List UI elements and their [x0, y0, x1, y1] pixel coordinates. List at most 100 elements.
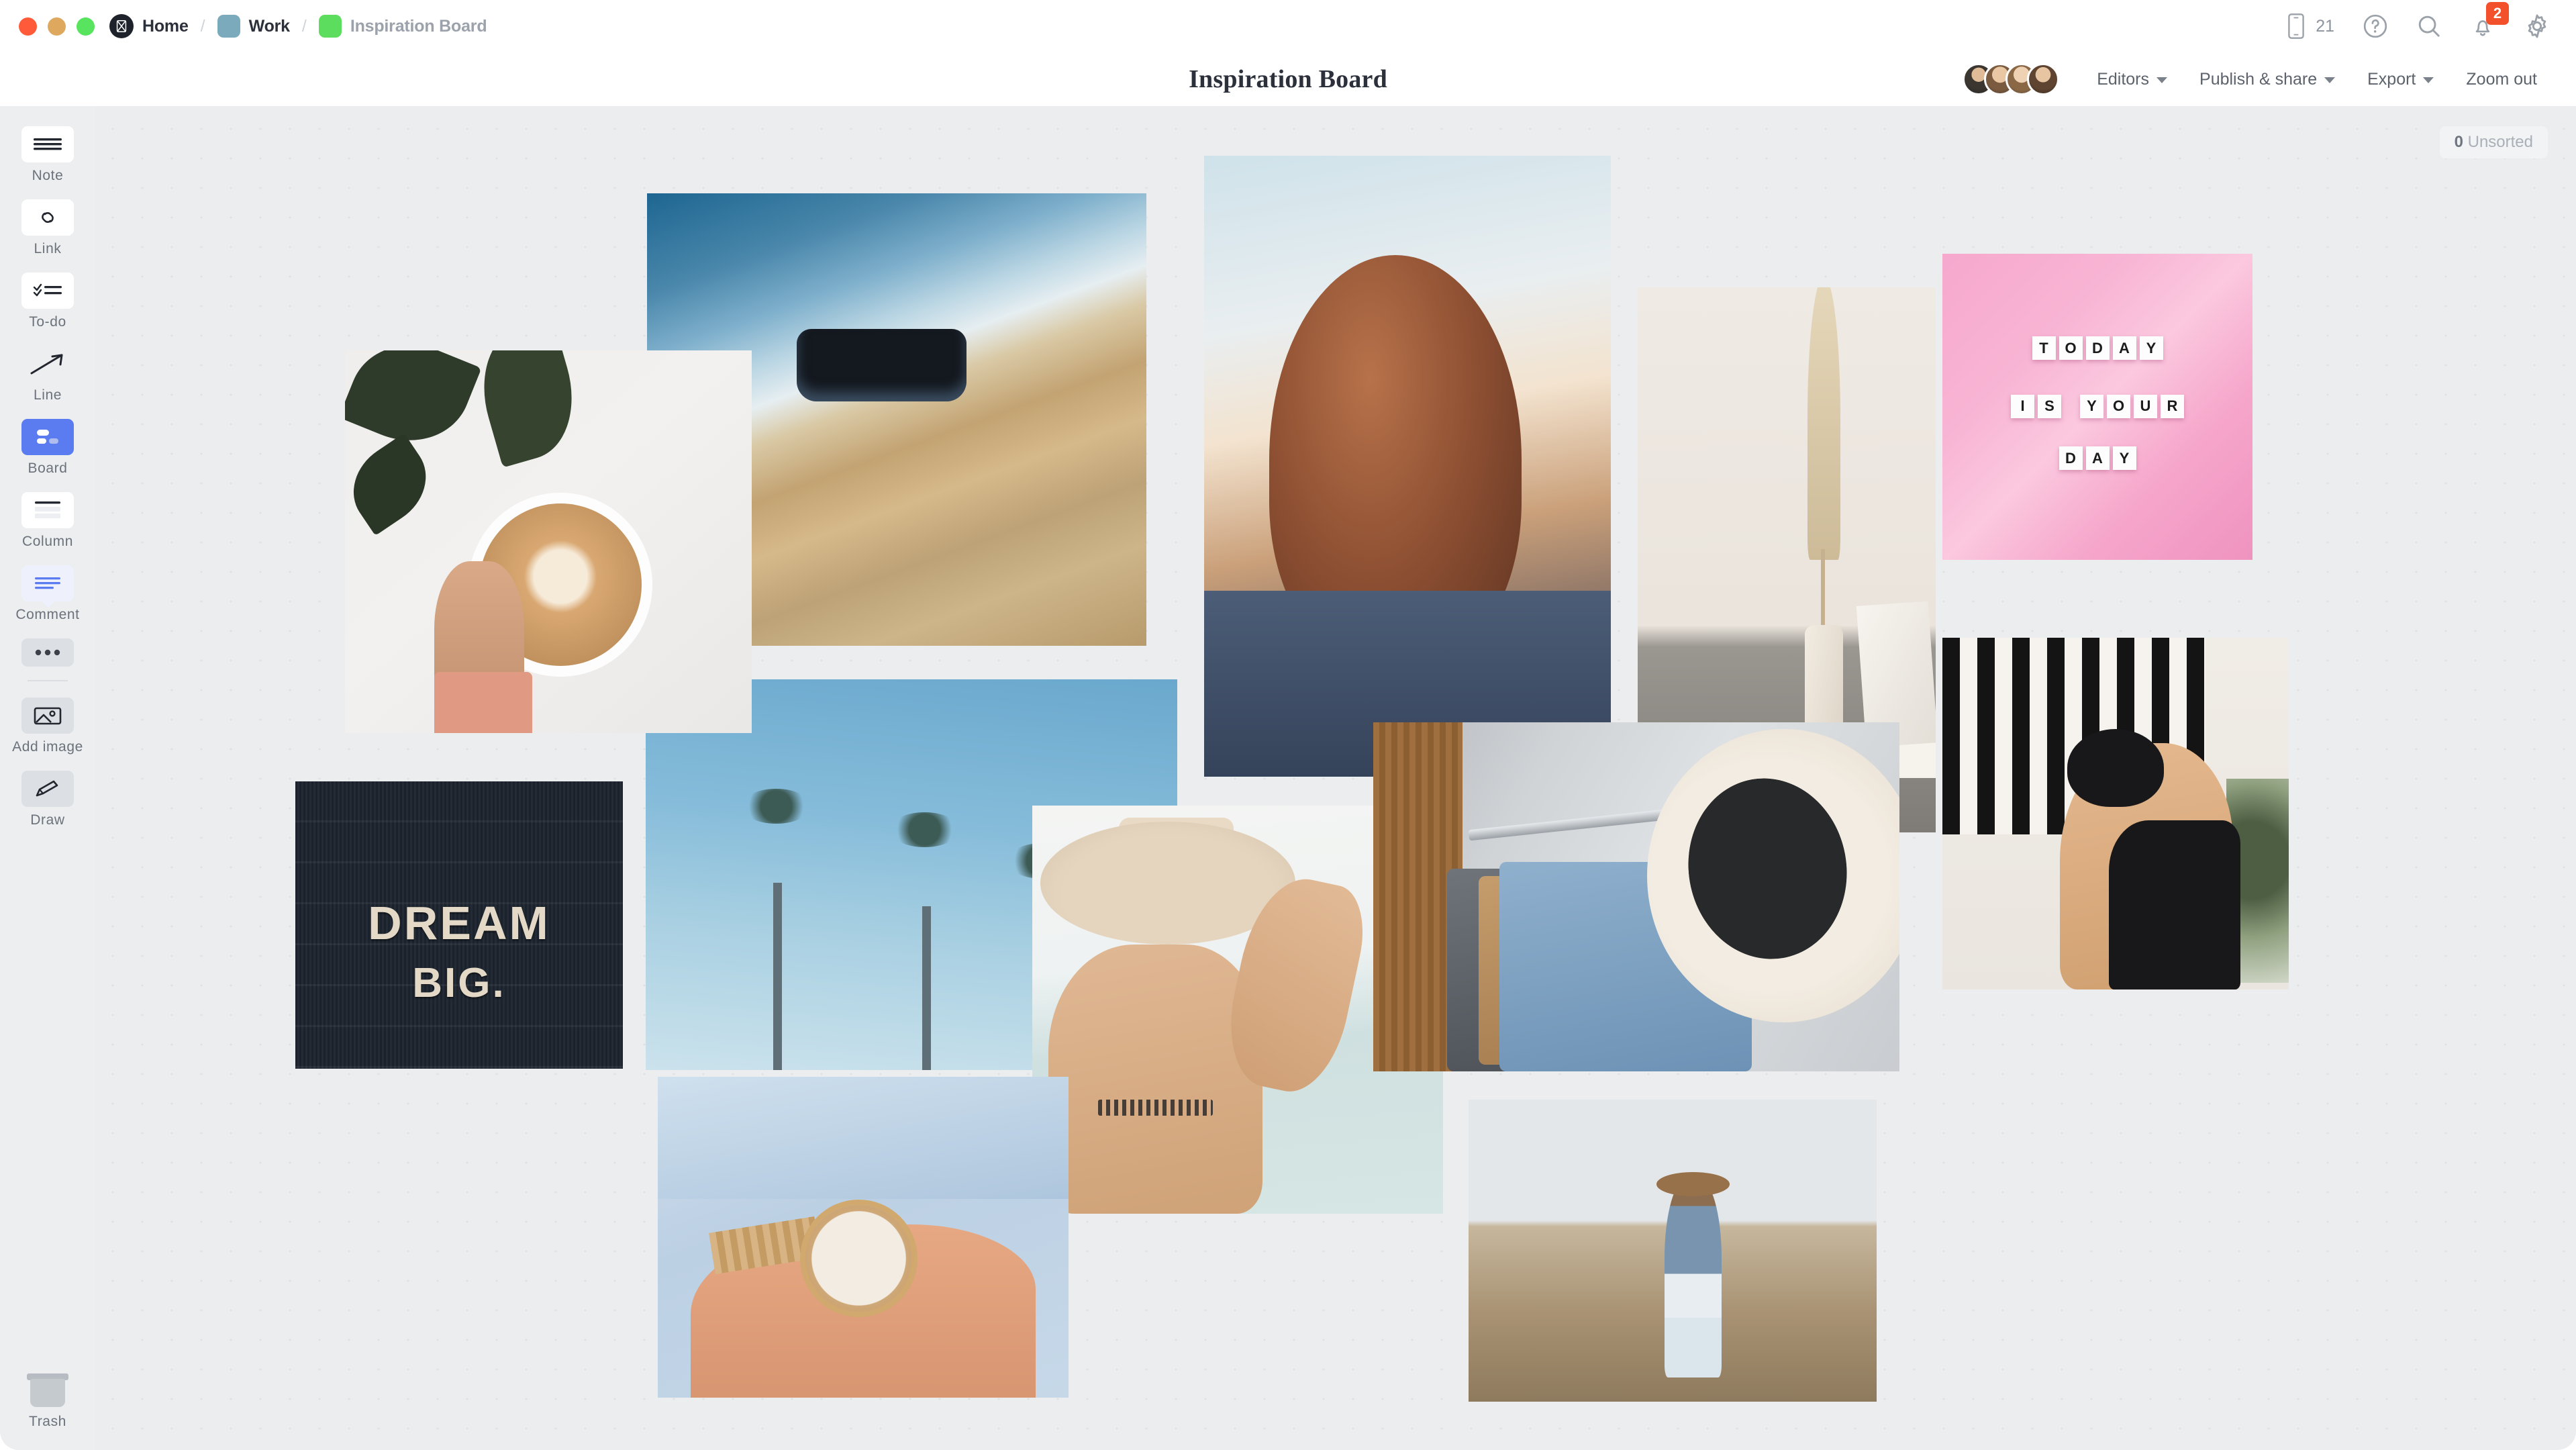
scrabble-tile: U — [2134, 394, 2157, 418]
scrabble-tile: D — [2059, 446, 2083, 471]
editors-dropdown[interactable]: Editors — [2081, 70, 2183, 89]
image-coffee-latte[interactable] — [345, 350, 752, 733]
tool-label-trash: Trash — [29, 1414, 66, 1429]
tool-todo[interactable]: To-do — [0, 273, 95, 330]
breadcrumb-item-inspiration-board[interactable]: Inspiration Board — [318, 15, 487, 38]
scrabble-tile: Y — [2139, 336, 2163, 360]
tool-link[interactable]: Link — [0, 199, 95, 257]
toolbar-divider — [28, 680, 68, 681]
scrabble-row-3: D A Y — [1942, 446, 2252, 471]
image-dream-big[interactable]: DREAM BIG. — [295, 781, 623, 1069]
chevron-down-icon — [2324, 77, 2336, 83]
tool-label-todo: To-do — [29, 314, 66, 330]
unsorted-label: Unsorted — [2467, 133, 2533, 151]
image-girl-sunlit[interactable] — [1204, 156, 1611, 777]
board-canvas[interactable]: 0 Unsorted DREAM BIG. T O D A Y I S Y O … — [95, 106, 2576, 1450]
gear-icon — [2528, 14, 2546, 38]
image-clothing-rack[interactable] — [1373, 722, 1899, 1071]
scrabble-tile: R — [2161, 394, 2184, 418]
tool-trash[interactable]: Trash — [27, 1373, 68, 1430]
comment-icon — [21, 565, 74, 608]
tool-label-add-image: Add image — [12, 739, 83, 755]
breadcrumb-item-work[interactable]: Work — [217, 15, 290, 38]
tool-comment[interactable]: Comment — [0, 565, 95, 623]
scrabble-tile: S — [2038, 394, 2061, 418]
scrabble-tile: T — [2032, 336, 2056, 360]
zoom-out-label: Zoom out — [2466, 69, 2537, 89]
note-icon — [21, 126, 74, 162]
board-title-bar: Inspiration Board Editors Publish & shar… — [0, 52, 2576, 106]
unsorted-count: 0 — [2454, 133, 2463, 151]
editors-label: Editors — [2097, 69, 2150, 89]
unsorted-chip[interactable]: 0 Unsorted — [2439, 126, 2548, 158]
scrabble-tile: A — [2085, 446, 2110, 471]
tool-add-image[interactable]: Add image — [0, 697, 95, 755]
search-button[interactable] — [2416, 13, 2442, 39]
board-actions: Editors Publish & share Export Zoom out — [1963, 63, 2576, 95]
image-today-is-your-day[interactable]: T O D A Y I S Y O U R D A Y — [1942, 254, 2252, 560]
help-button[interactable] — [2363, 13, 2388, 39]
workspace-chip-icon — [217, 15, 240, 38]
breadcrumb-label-work: Work — [248, 16, 290, 36]
scrabble-tile: D — [2085, 336, 2110, 360]
breadcrumb-label-inspiration-board: Inspiration Board — [350, 16, 487, 36]
column-icon — [21, 492, 74, 528]
link-icon — [21, 199, 74, 236]
question-circle-icon — [2363, 14, 2387, 38]
dream-big-line-2: BIG. — [412, 960, 506, 1007]
tool-label-column: Column — [22, 534, 73, 549]
scrabble-tile: I — [2011, 394, 2034, 418]
tool-label-line: Line — [33, 387, 62, 403]
mobile-devices-button[interactable]: 21 — [2286, 13, 2334, 40]
close-window-button[interactable] — [19, 17, 37, 36]
line-arrow-icon — [21, 346, 74, 382]
minimize-window-button[interactable] — [48, 17, 66, 36]
image-striped-awning[interactable] — [1942, 638, 2289, 989]
image-watch-denim[interactable] — [658, 1077, 1069, 1398]
tool-label-note: Note — [32, 168, 64, 183]
breadcrumb-separator: / — [200, 16, 205, 36]
todo-icon — [21, 273, 74, 309]
settings-button[interactable] — [2524, 13, 2550, 40]
tool-board[interactable]: Board — [0, 419, 95, 477]
tool-column[interactable]: Column — [0, 492, 95, 550]
tool-label-draw: Draw — [30, 812, 65, 828]
tool-more[interactable] — [0, 638, 95, 667]
scrabble-tile: Y — [2080, 394, 2103, 418]
notifications-badge: 2 — [2486, 2, 2509, 25]
zoom-out-button[interactable]: Zoom out — [2450, 70, 2553, 89]
breadcrumb-separator-2: / — [301, 16, 307, 36]
mobile-device-count: 21 — [2316, 16, 2334, 36]
board-icon — [21, 419, 74, 455]
phone-icon — [2288, 13, 2304, 39]
image-icon — [21, 697, 74, 734]
more-dots-icon — [21, 638, 74, 667]
editor-avatars[interactable] — [1963, 63, 2060, 95]
notifications-button[interactable]: 2 — [2470, 2, 2509, 39]
tool-label-link: Link — [34, 241, 62, 256]
export-dropdown[interactable]: Export — [2351, 70, 2450, 89]
dream-big-line-1: DREAM — [368, 897, 550, 950]
breadcrumb-label-home: Home — [142, 16, 189, 36]
breadcrumb-item-home[interactable]: Home — [109, 14, 189, 38]
chevron-down-icon — [2157, 77, 2168, 83]
board-chip-icon — [318, 15, 342, 38]
tool-line[interactable]: Line — [0, 346, 95, 403]
tool-note[interactable]: Note — [0, 126, 95, 184]
scrabble-tile: O — [2059, 336, 2083, 360]
tool-draw[interactable]: Draw — [0, 771, 95, 828]
scrabble-tile: Y — [2112, 446, 2136, 471]
milanote-logo-icon — [109, 14, 134, 38]
publish-share-label: Publish & share — [2199, 69, 2318, 89]
scrabble-row-1: T O D A Y — [1942, 336, 2252, 360]
publish-share-dropdown[interactable]: Publish & share — [2183, 70, 2351, 89]
scrabble-tile: O — [2107, 394, 2130, 418]
image-field-portrait[interactable] — [1469, 1100, 1877, 1402]
maximize-window-button[interactable] — [77, 17, 95, 36]
window-chrome-bar: Home / Work / Inspiration Board 21 2 — [0, 0, 2576, 52]
breadcrumb: Home / Work / Inspiration Board — [109, 14, 487, 38]
pencil-icon — [21, 771, 74, 807]
scrabble-row-2: I S Y O U R — [1942, 394, 2252, 418]
export-label: Export — [2367, 69, 2416, 89]
search-icon — [2418, 15, 2440, 37]
